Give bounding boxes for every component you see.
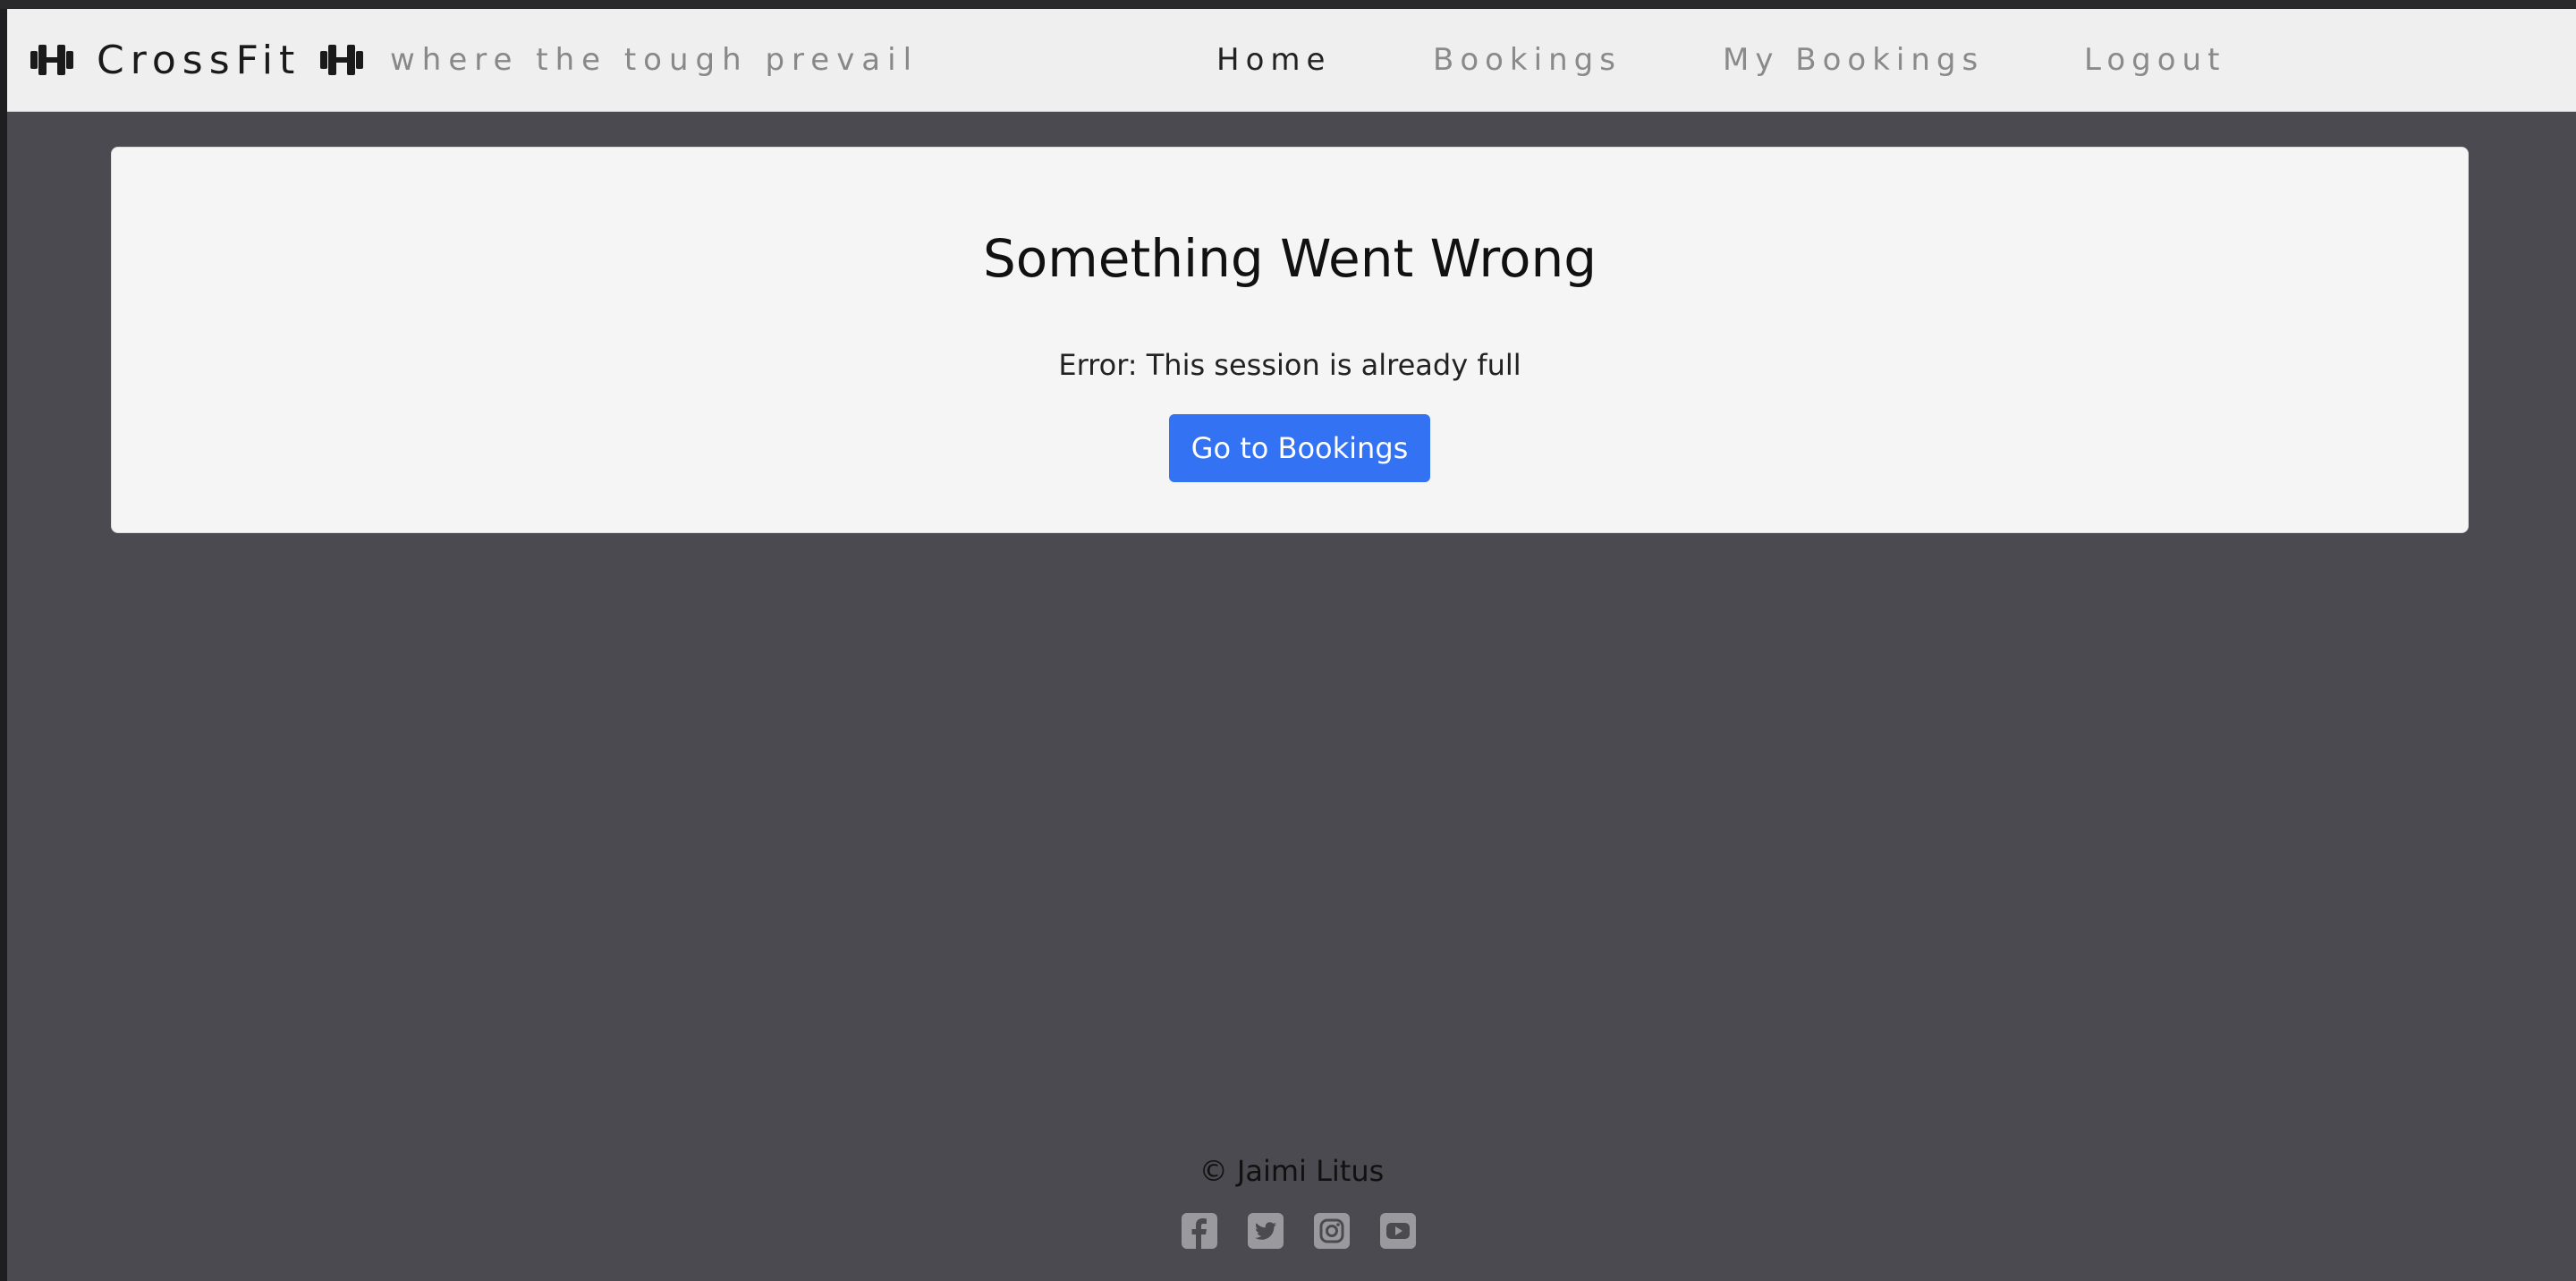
nav-my-bookings[interactable]: My Bookings <box>1723 9 1984 111</box>
facebook-icon[interactable] <box>1182 1213 1217 1249</box>
brand-name: CrossFit <box>97 37 301 83</box>
dumbbell-icon <box>30 45 73 75</box>
brand[interactable]: CrossFit <box>29 9 365 111</box>
dumbbell-icon <box>320 45 364 75</box>
navbar: CrossFit where the tough prevail Home Bo… <box>7 9 2576 112</box>
error-title: Something Went Wrong <box>982 228 1597 289</box>
tagline: where the tough prevail <box>390 42 919 78</box>
nav-bookings[interactable]: Bookings <box>1433 9 1622 111</box>
instagram-icon[interactable] <box>1314 1213 1350 1249</box>
window-top-strip <box>0 0 2576 9</box>
go-to-bookings-button[interactable]: Go to Bookings <box>1169 414 1430 482</box>
error-card: Something Went Wrong Error: This session… <box>111 147 2469 533</box>
social-links <box>7 1213 2576 1249</box>
twitter-icon[interactable] <box>1248 1213 1284 1249</box>
page: CrossFit where the tough prevail Home Bo… <box>7 9 2576 1281</box>
error-message: Error: This session is already full <box>1058 348 1521 382</box>
nav-logout[interactable]: Logout <box>2084 9 2225 111</box>
nav-home[interactable]: Home <box>1216 9 1331 111</box>
youtube-icon[interactable] <box>1380 1213 1416 1249</box>
footer-copyright: © Jaimi Litus <box>1199 1154 1385 1188</box>
